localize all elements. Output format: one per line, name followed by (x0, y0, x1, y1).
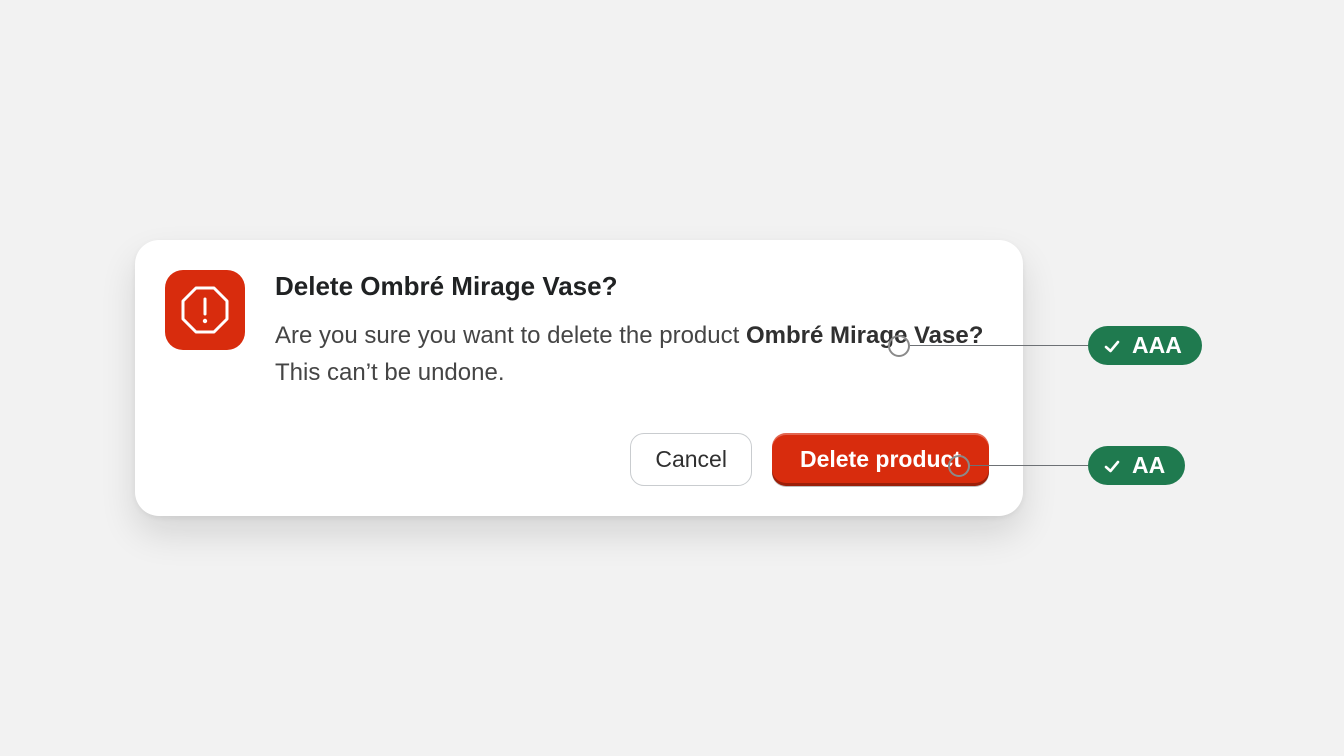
contrast-badge-aaa: AAA (1088, 326, 1202, 365)
alert-icon (165, 270, 245, 350)
contrast-badge-aa-label: AA (1132, 454, 1165, 477)
contrast-badge-aaa-label: AAA (1132, 334, 1182, 357)
delete-confirmation-dialog: Delete Ombré Mirage Vase? Are you sure y… (135, 240, 1023, 516)
contrast-callout-text: AAA (888, 326, 1202, 365)
dialog-body: Delete Ombré Mirage Vase? Are you sure y… (165, 270, 989, 391)
page: Delete Ombré Mirage Vase? Are you sure y… (0, 0, 1344, 756)
cancel-button[interactable]: Cancel (630, 433, 752, 486)
contrast-badge-aa: AA (1088, 446, 1185, 485)
dialog-text: Delete Ombré Mirage Vase? Are you sure y… (275, 270, 989, 391)
dialog-description-suffix: This can’t be undone. (275, 359, 505, 386)
contrast-callout-button: AA (948, 446, 1185, 485)
callout-leader-line (910, 345, 1088, 347)
dialog-actions: Cancel Delete product (165, 433, 989, 486)
check-icon (1102, 456, 1122, 476)
dialog-title: Delete Ombré Mirage Vase? (275, 270, 989, 303)
callout-marker-icon (948, 455, 970, 477)
dialog-description-prefix: Are you sure you want to delete the prod… (275, 322, 746, 349)
dialog-description: Are you sure you want to delete the prod… (275, 317, 989, 391)
callout-leader-line (970, 465, 1088, 467)
check-icon (1102, 336, 1122, 356)
callout-marker-icon (888, 335, 910, 357)
